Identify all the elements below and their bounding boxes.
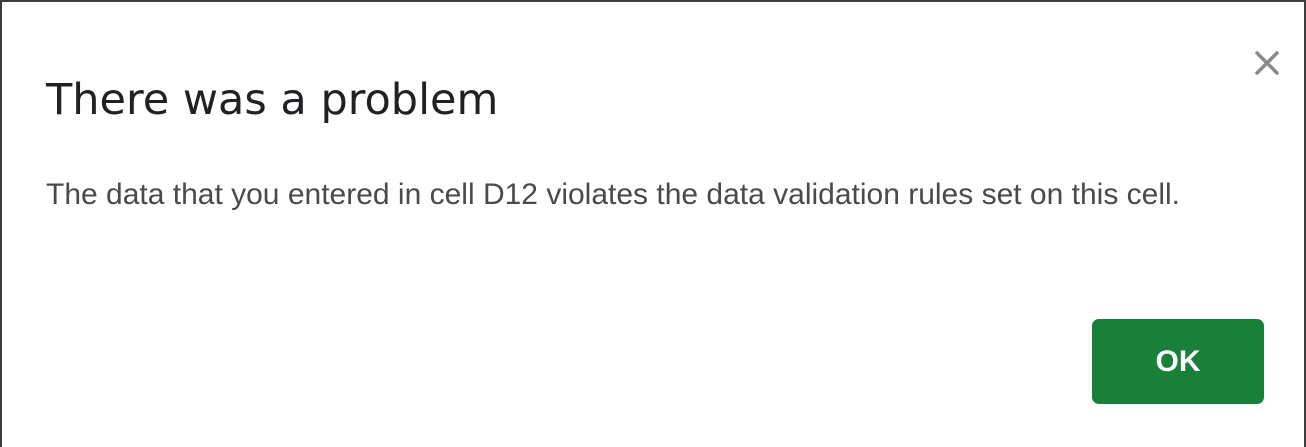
- close-icon[interactable]: [1250, 46, 1284, 80]
- ok-button[interactable]: OK: [1092, 319, 1264, 404]
- close-icon-glyph: [1255, 51, 1279, 75]
- error-dialog: There was a problem The data that you en…: [0, 0, 1306, 447]
- dialog-title: There was a problem: [46, 75, 499, 125]
- dialog-message: The data that you entered in cell D12 vi…: [46, 178, 1181, 211]
